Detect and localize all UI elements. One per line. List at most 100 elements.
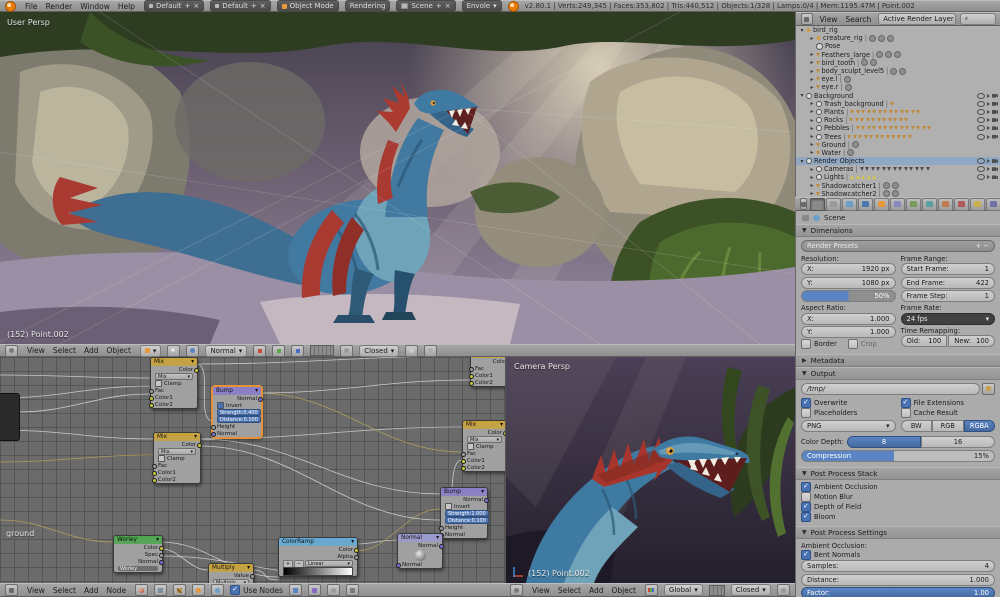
display-mode-dropdown[interactable]: Active Render Layer▾ (878, 13, 956, 25)
collapse-icon[interactable]: ▾ (351, 539, 354, 545)
secondary-layout-selector[interactable]: Default + × (210, 0, 271, 12)
modifier-icon[interactable] (885, 51, 893, 59)
camera-data-icon[interactable] (903, 167, 908, 172)
node-row[interactable]: Mix ▾ (154, 448, 200, 455)
mesh-data-icon[interactable] (893, 118, 898, 123)
node-colorramp[interactable]: ColorRamp ▾ Color Alpha + − Linear ▾ (278, 537, 359, 577)
start-frame-field[interactable]: Start Frame: 1 (900, 263, 995, 275)
camera-data-icon[interactable] (914, 167, 919, 172)
viewport-menu-object[interactable]: Object (103, 346, 133, 355)
expand-icon[interactable]: ▸ (808, 51, 816, 58)
outliner-item-trash-background[interactable]: ▸ Trash_background | (796, 100, 1000, 108)
panel-post-process-settings[interactable]: ▼ Post Process Settings (796, 526, 1000, 539)
frame-rate-dropdown[interactable]: 24 fps ▾ (900, 312, 995, 325)
stack-item-bloom[interactable]: Bloom (801, 511, 995, 522)
restrict-select-icon[interactable] (987, 175, 990, 180)
restrict-render-icon[interactable] (992, 134, 998, 139)
input-socket[interactable] (152, 478, 157, 483)
node-mix[interactable]: Mix ▾ Color Mix ▾ Clamp Fac Color1 Color2 (461, 420, 505, 472)
modifier-icon[interactable] (894, 51, 902, 59)
restrict-select-icon[interactable] (987, 101, 990, 106)
close-icon[interactable]: × (260, 2, 266, 10)
screen-layout-selector[interactable]: Default + × (143, 0, 205, 12)
bent-normals-checkbox[interactable] (801, 549, 811, 560)
mesh-data-icon[interactable] (883, 126, 888, 131)
properties-tab-render[interactable] (810, 197, 825, 211)
close-icon[interactable]: × (193, 2, 199, 10)
remap-new-field[interactable]: New: 100 (948, 335, 995, 347)
mesh-data-icon[interactable] (882, 118, 887, 123)
node-row[interactable]: Mix ▾ (463, 436, 505, 443)
checkbox[interactable] (801, 491, 811, 502)
mesh-data-icon[interactable] (866, 126, 871, 131)
viewport-menu-add[interactable]: Add (81, 346, 102, 355)
node-row[interactable]: + − Linear ▾ (279, 559, 357, 568)
expand-icon[interactable]: ▾ (798, 158, 806, 165)
node-header[interactable]: Mix ▾ (151, 358, 197, 366)
editor-type-button[interactable] (800, 198, 807, 210)
node-editor[interactable]: Mix ▾ Color Mix ▾ Clamp Fac Color1 Color2 Bump ▾ No… (0, 357, 505, 583)
transform-orientation-dropdown[interactable]: Global ▾ (663, 584, 703, 596)
modifier-icon[interactable] (852, 141, 859, 149)
panel-metadata[interactable]: ▶ Metadata (796, 353, 1000, 367)
color-ramp-gradient[interactable] (283, 567, 353, 576)
input-socket[interactable] (211, 432, 216, 437)
layers-grid[interactable] (310, 345, 335, 356)
shader-nodes-icon[interactable] (135, 584, 149, 596)
node-header[interactable]: Normal ▾ (398, 534, 442, 542)
outliner-item-feathers-large[interactable]: ▸ Feathers_large | (796, 51, 1000, 59)
modifier-icon[interactable] (868, 34, 876, 42)
render-presets-dropdown[interactable]: Render Presets + − (801, 240, 995, 252)
restrict-render-icon[interactable] (992, 175, 998, 180)
bw-option[interactable]: BW (900, 420, 932, 432)
restrict-render-icon[interactable] (992, 159, 998, 164)
properties-tab-material[interactable] (938, 197, 953, 211)
restrict-select-icon[interactable] (987, 93, 990, 98)
collapse-icon[interactable]: ▾ (436, 535, 439, 541)
mesh-data-icon[interactable] (905, 109, 910, 114)
pin-icon[interactable] (288, 584, 302, 596)
camera-menu-add[interactable]: Add (586, 586, 607, 595)
crop-checkbox[interactable] (847, 339, 858, 349)
node-slider[interactable]: Strength: 1.000 (445, 510, 489, 517)
panel-output[interactable]: ▼ Output (796, 366, 1000, 380)
collapse-icon[interactable]: ▾ (255, 388, 258, 394)
node-worley[interactable]: Worley ▾ Color Spec Normal Worley (113, 535, 164, 573)
restrict-render-icon[interactable] (992, 126, 998, 131)
outliner-item-eye-r[interactable]: ▸ eye.r | (796, 83, 1000, 91)
node-enum-dropdown[interactable]: Mix ▾ (158, 448, 196, 455)
restrict-render-icon[interactable] (992, 93, 998, 98)
end-frame-field[interactable]: End Frame: 422 (900, 276, 995, 289)
input-socket[interactable] (396, 563, 401, 568)
properties-tab-physics[interactable] (986, 197, 1000, 211)
mesh-data-icon[interactable] (880, 134, 885, 139)
restrict-select-icon[interactable] (987, 134, 990, 139)
expand-icon[interactable]: ▸ (808, 174, 816, 181)
checkbox[interactable] (801, 501, 811, 512)
node-row[interactable] (279, 567, 357, 576)
layers-grid[interactable] (708, 584, 725, 596)
editor-type-button[interactable] (801, 13, 813, 25)
viewport-menu-view[interactable]: View (24, 346, 48, 355)
modifier-icon[interactable] (891, 182, 899, 190)
file-format-dropdown[interactable]: PNG ▾ (801, 420, 896, 432)
outliner-item-background[interactable]: ▾ Background (796, 92, 1000, 100)
restrict-view-icon[interactable] (977, 125, 985, 132)
node-row[interactable]: Strength: 0.400 (213, 409, 261, 416)
mesh-data-icon[interactable] (899, 109, 904, 114)
expand-icon[interactable]: ▸ (808, 149, 816, 156)
lamp-data-icon[interactable] (861, 175, 866, 180)
node-mix[interactable]: Mix▾ColorFacColor1Color2 (469, 357, 505, 387)
border-checkbox[interactable] (801, 339, 811, 349)
file-browse-icon[interactable] (982, 382, 995, 395)
outliner-item-render-objects[interactable]: ▾ Render Objects (796, 157, 1000, 166)
collapse-icon[interactable]: ▾ (194, 434, 197, 440)
collapse-icon[interactable]: ▾ (247, 565, 250, 571)
mesh-data-icon[interactable] (872, 109, 877, 114)
mesh-data-icon[interactable] (877, 126, 882, 131)
expand-icon[interactable]: ▸ (808, 182, 816, 189)
properties-tab-modifiers[interactable] (906, 197, 921, 211)
properties-tab-object[interactable] (874, 197, 889, 211)
mesh-data-icon[interactable] (860, 118, 865, 123)
outliner-item-plants[interactable]: ▸ Plants | (796, 108, 1000, 116)
